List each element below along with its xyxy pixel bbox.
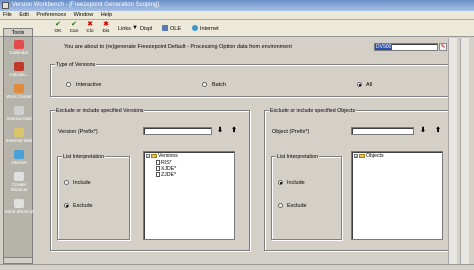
- radio-all[interactable]: [357, 82, 362, 87]
- sidebar-item-external-mail[interactable]: External Mail: [4, 128, 34, 143]
- menu-preferences[interactable]: Preferences: [36, 11, 66, 20]
- calendar-icon: [14, 40, 24, 49]
- collapse-icon[interactable]: −: [146, 153, 150, 158]
- cancel-check-icon: ✔: [71, 21, 77, 28]
- calculator-icon: [14, 62, 24, 71]
- close-button[interactable]: ✖ Clo: [82, 21, 98, 36]
- menu-bar: File Edit Preferences Window Help: [0, 11, 474, 20]
- sidebar-item-calendar[interactable]: Calendar: [4, 40, 34, 55]
- version-radio-include[interactable]: [64, 180, 69, 185]
- versions-tree[interactable]: − Versions RIS* XJDE* ZJDE*: [143, 151, 235, 240]
- ok-button[interactable]: ✔ OK: [50, 21, 66, 36]
- internet-icon: [192, 25, 198, 31]
- type-of-versions-group: Type of Versions Interactive Batch All: [50, 62, 450, 97]
- document-icon: [156, 160, 160, 166]
- sidebar-item-work-center[interactable]: Work Center: [4, 84, 34, 99]
- tools-sidebar: Tools Calendar Calcula... Work Center In…: [3, 28, 34, 264]
- display-button[interactable]: ✱ Dis: [98, 21, 114, 36]
- tree-item-objects-root[interactable]: + Objects: [354, 153, 384, 159]
- object-list-interpretation: List Interpretation Include Exclude: [271, 154, 342, 240]
- document-icon: [156, 172, 160, 178]
- object-add-arrow-icon[interactable]: ⬇: [420, 127, 426, 135]
- window-title: Version Workbench - [Freezepoint Generat…: [12, 2, 159, 8]
- object-radio-exclude[interactable]: [278, 203, 283, 208]
- object-radio-include[interactable]: [278, 180, 283, 185]
- menu-help[interactable]: Help: [101, 11, 112, 20]
- internet-link[interactable]: Internet: [200, 26, 219, 32]
- links-dropdown-icon[interactable]: ▼: [132, 25, 138, 31]
- sidebar-item-calculator[interactable]: Calcula...: [4, 62, 34, 77]
- radio-interactive-label: Interactive: [76, 82, 102, 88]
- version-exclude-label: Exclude: [73, 203, 93, 209]
- menu-window[interactable]: Window: [74, 11, 94, 20]
- sidebar-scrollbar[interactable]: [4, 257, 32, 263]
- sidebar-item-create-shortcut[interactable]: Create Shortcut: [4, 172, 34, 192]
- version-list-interpretation: List Interpretation Include Exclude: [57, 154, 130, 240]
- display-icon: ✱: [103, 21, 109, 28]
- ole-icon: [162, 25, 168, 31]
- vertical-scrollbar[interactable]: [448, 38, 457, 264]
- environment-lookup-icon[interactable]: ✎: [439, 43, 447, 51]
- send-shortcut-icon: [14, 199, 24, 208]
- app-icon: [2, 2, 9, 9]
- object-prefix-label: Object (Prefix*): [272, 129, 310, 135]
- internal-mail-icon: [14, 106, 24, 115]
- sidebar-item-internet[interactable]: Internet: [4, 150, 34, 165]
- version-prefix-input[interactable]: [143, 127, 212, 135]
- version-remove-arrow-icon[interactable]: ⬆: [231, 127, 237, 135]
- object-exclude-label: Exclude: [287, 203, 307, 209]
- work-center-icon: [14, 84, 24, 93]
- create-shortcut-icon: [14, 172, 24, 181]
- sidebar-item-send-shortcut[interactable]: Send Shortcut: [4, 199, 34, 214]
- sidebar-item-internal-mail[interactable]: Internal Mail: [4, 106, 34, 121]
- main-form: You are about to (re)generate Freezepoin…: [36, 38, 450, 264]
- menu-edit[interactable]: Edit: [19, 11, 28, 20]
- versions-group: Exclude or include specified Versions Ve…: [50, 108, 250, 251]
- objects-tree[interactable]: + Objects: [351, 151, 443, 240]
- version-prefix-label: Version (Prefix*): [58, 129, 98, 135]
- ole-link[interactable]: OLE: [170, 26, 181, 32]
- tree-item-zjde[interactable]: ZJDE*: [156, 172, 176, 178]
- object-remove-arrow-icon[interactable]: ⬆: [435, 127, 441, 135]
- status-bar: [0, 264, 474, 270]
- cancel-button[interactable]: ✔ Can: [66, 21, 82, 36]
- environment-field[interactable]: DV900: [374, 43, 438, 51]
- external-mail-icon: [14, 128, 24, 137]
- tree-item-versions-root[interactable]: − Versions: [146, 153, 178, 159]
- object-prefix-input[interactable]: [351, 127, 414, 135]
- expand-icon[interactable]: +: [354, 153, 358, 158]
- version-radio-exclude[interactable]: [64, 203, 69, 208]
- version-include-label: Include: [73, 180, 91, 186]
- radio-interactive[interactable]: [66, 82, 71, 87]
- radio-batch[interactable]: [202, 82, 207, 87]
- radio-all-label: All: [366, 82, 373, 88]
- folder-icon: [151, 153, 157, 158]
- title-bar: Version Workbench - [Freezepoint Generat…: [0, 0, 474, 11]
- folder-icon: [359, 153, 365, 158]
- sidebar-header: Tools: [4, 29, 32, 37]
- menu-file[interactable]: File: [3, 11, 12, 20]
- links-label[interactable]: Links: [118, 26, 131, 32]
- info-message: You are about to (re)generate Freezepoin…: [64, 44, 292, 50]
- version-add-arrow-icon[interactable]: ⬇: [217, 127, 223, 135]
- document-icon: [156, 166, 160, 172]
- toolbar: ✔ OK ✔ Can ✖ Clo ✱ Dis Links ▼ Displ OLE…: [0, 20, 474, 37]
- close-icon: ✖: [87, 21, 93, 28]
- outer-vertical-scrollbar[interactable]: [460, 38, 469, 264]
- objects-group: Exclude or include specified Objects Obj…: [264, 108, 450, 251]
- display-link[interactable]: Displ: [140, 26, 152, 32]
- internet-sidebar-icon: [14, 150, 24, 159]
- check-icon: ✔: [55, 21, 61, 28]
- object-include-label: Include: [287, 180, 305, 186]
- radio-batch-label: Batch: [212, 82, 227, 88]
